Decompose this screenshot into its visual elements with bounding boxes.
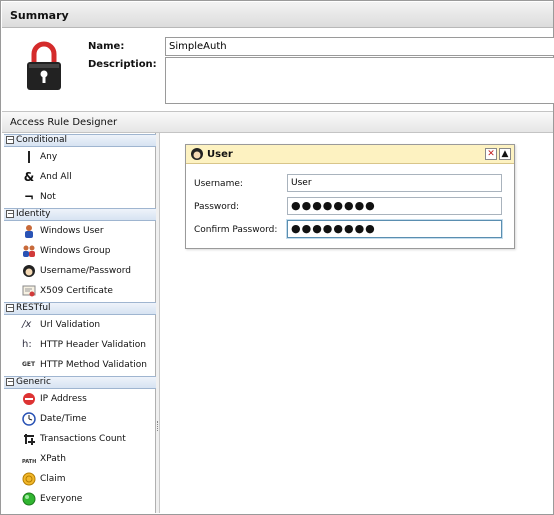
group-header-identity[interactable]: − Identity [4,208,156,221]
user-rule-panel[interactable]: User ✕ ▲ Username: Password: ●●●●●●●● Co… [185,144,515,249]
collapse-icon[interactable]: − [6,378,14,386]
tool-item-claim[interactable]: Claim [22,470,152,488]
tool-item-http-header-validation[interactable]: h: HTTP Header Validation [22,336,152,354]
windows-group-icon [23,245,35,257]
tool-label: HTTP Header Validation [40,340,146,350]
user-panel-title-bar[interactable]: User ✕ ▲ [186,145,514,164]
collapse-icon[interactable]: − [6,136,14,144]
tool-item-http-method-validation[interactable]: GET HTTP Method Validation [22,356,152,374]
http-method-icon: GET [22,361,36,368]
tool-label: Url Validation [40,320,101,330]
summary-header: Summary [2,2,553,28]
password-label: Password: [194,202,240,212]
tool-item-xpath[interactable]: PATH XPath [22,450,152,468]
tool-item-any[interactable]: Any [22,148,152,166]
tool-item-ip-address[interactable]: IP Address [22,390,152,408]
description-label: Description: [88,59,157,70]
tool-label: And All [40,172,72,182]
confirm-password-label: Confirm Password: [194,225,278,235]
tool-label: Windows Group [40,246,111,256]
toolbox-panel: − Conditional Any & And All ¬ Not − Iden… [4,133,156,513]
everyone-icon [22,492,36,506]
url-regex-icon: /x [22,319,32,330]
group-header-generic[interactable]: − Generic [4,376,156,389]
tool-item-and-all[interactable]: & And All [22,168,152,186]
description-textarea[interactable] [165,57,554,104]
tool-label: Username/Password [40,266,131,276]
tool-label: Date/Time [40,414,87,424]
pipe-icon [22,150,36,164]
group-header-restful[interactable]: − RESTful [4,302,156,315]
tool-label: Claim [40,474,66,484]
tool-item-windows-user[interactable]: Windows User [22,222,152,240]
group-label: Generic [16,377,51,387]
http-header-icon: h: [22,339,32,350]
user-panel-title: User [207,149,233,160]
window-frame: Summary Name: Description: Access Rule D… [0,0,554,515]
tool-item-windows-group[interactable]: Windows Group [22,242,152,260]
close-icon[interactable]: ✕ [485,148,497,160]
username-password-icon [23,265,35,277]
ampersand-icon: & [23,170,35,184]
tool-item-date-time[interactable]: Date/Time [22,410,152,428]
group-label: Conditional [16,135,67,145]
tool-item-url-validation[interactable]: /x Url Validation [22,316,152,334]
xpath-icon: PATH [22,459,37,465]
tool-item-transactions-count[interactable]: Transactions Count [22,430,152,448]
group-header-conditional[interactable]: − Conditional [4,134,156,147]
padlock-icon [27,41,61,90]
tool-label: Everyone [40,494,83,504]
tool-item-everyone[interactable]: Everyone [22,490,152,508]
collapse-icon[interactable]: − [6,304,14,312]
access-rule-designer-header: Access Rule Designer [2,111,553,133]
not-icon: ¬ [23,190,35,204]
tool-label: XPath [40,454,66,464]
collapse-icon[interactable]: − [6,210,14,218]
splitter[interactable] [156,133,160,513]
group-label: Identity [16,209,51,219]
user-icon [191,148,203,160]
collapse-up-icon[interactable]: ▲ [499,148,511,160]
tool-label: X509 Certificate [40,286,113,296]
tool-item-not[interactable]: ¬ Not [22,188,152,206]
windows-user-icon [25,225,33,238]
tool-label: Windows User [40,226,104,236]
confirm-password-field[interactable]: ●●●●●●●● [287,220,502,238]
tool-label: IP Address [40,394,87,404]
username-label: Username: [194,179,243,189]
tool-label: Not [40,192,56,202]
password-field[interactable]: ●●●●●●●● [287,197,502,215]
tool-label: Transactions Count [40,434,126,444]
splitter-grip-icon[interactable] [157,421,159,431]
tool-label: Any [40,152,58,162]
tool-label: HTTP Method Validation [40,360,147,370]
ip-address-icon [23,393,35,405]
certificate-icon [22,285,36,297]
name-input[interactable] [165,37,554,56]
name-label: Name: [88,41,125,52]
username-field[interactable] [287,174,502,192]
tool-item-username-password[interactable]: Username/Password [22,262,152,280]
transactions-count-icon [24,434,35,445]
date-time-icon [22,412,36,426]
group-label: RESTful [16,303,51,313]
claim-icon [22,472,36,486]
tool-item-x509-certificate[interactable]: X509 Certificate [22,282,152,300]
